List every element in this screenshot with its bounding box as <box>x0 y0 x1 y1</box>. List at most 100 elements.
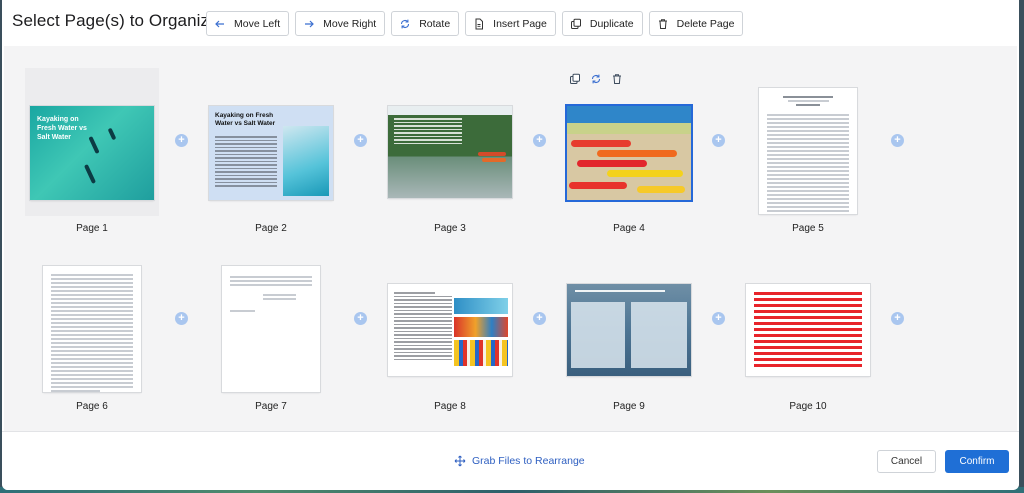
organize-pages-dialog: Select Page(s) to Organize Move Left Mov… <box>2 0 1019 490</box>
page-tile[interactable]: Kayaking on Fresh Water vs Salt Water Pa… <box>204 68 338 234</box>
page-tile[interactable]: Page 8 <box>383 246 517 412</box>
page-thumbnail[interactable] <box>388 106 512 198</box>
thumbnail-image: Kayaking on Fresh Water vs Salt Water <box>209 106 333 200</box>
move-left-button[interactable]: Move Left <box>206 11 290 36</box>
dialog-title: Select Page(s) to Organize <box>12 11 219 30</box>
cancel-button[interactable]: Cancel <box>877 450 936 473</box>
page-thumbnail[interactable] <box>43 266 141 392</box>
page-label: Page 9 <box>613 401 645 412</box>
page-tile[interactable]: Page 6 <box>25 246 159 412</box>
move-left-label: Move Left <box>234 17 281 30</box>
page-label: Page 7 <box>255 401 287 412</box>
text-lines <box>215 136 277 187</box>
kayak-shape <box>637 186 685 193</box>
text-box <box>571 302 625 368</box>
kayak-shape <box>571 140 631 147</box>
insert-page-icon <box>472 17 486 31</box>
page-thumbnail[interactable] <box>388 284 512 376</box>
kayak-shape <box>107 127 117 141</box>
arrow-right-icon <box>302 17 316 31</box>
kayak-shape <box>597 150 677 157</box>
toolbar: Move Left Move Right Rotate Insert Page <box>206 11 744 36</box>
thumbnail-photo <box>454 317 508 337</box>
document-text <box>230 276 312 312</box>
page-label: Page 1 <box>76 223 108 234</box>
move-right-button[interactable]: Move Right <box>295 11 386 36</box>
kayak-shape <box>607 170 683 177</box>
page-thumbnail[interactable] <box>222 266 320 392</box>
thumbnail-title: Kayaking on Fresh Water vs Salt Water <box>215 112 276 127</box>
thumbnail-image <box>567 106 691 200</box>
page-thumbnail[interactable]: Kayaking on Fresh Water vs Salt Water <box>209 106 333 200</box>
page-hover-actions <box>569 73 623 85</box>
page-tile[interactable]: Page 4 <box>562 68 696 234</box>
redacted-lines <box>754 292 862 367</box>
kayak-shape <box>577 160 647 167</box>
dialog-header: Select Page(s) to Organize Move Left Mov… <box>2 0 1019 46</box>
page-thumbnail[interactable] <box>759 88 857 214</box>
kayak-shape <box>482 158 506 162</box>
delete-page-label: Delete Page <box>676 17 735 30</box>
kayak-shape <box>478 152 506 156</box>
page-tile[interactable]: Page 5 <box>741 68 875 234</box>
move-arrows-icon <box>454 455 466 467</box>
trash-icon <box>656 17 670 31</box>
plus-circle-icon[interactable]: + <box>891 312 904 325</box>
page-grid: Kayaking on Fresh Water vs Salt Water Pa… <box>4 46 1017 431</box>
page-thumbnail[interactable] <box>746 284 870 376</box>
duplicate-icon <box>569 17 583 31</box>
duplicate-label: Duplicate <box>589 17 634 30</box>
page-label: Page 3 <box>434 223 466 234</box>
arrow-left-icon <box>213 17 227 31</box>
insert-page-button[interactable]: Insert Page <box>465 11 556 36</box>
page-tile[interactable]: Kayaking on Fresh Water vs Salt Water Pa… <box>25 68 159 234</box>
page-label: Page 4 <box>613 223 645 234</box>
rotate-button[interactable]: Rotate <box>391 11 460 36</box>
plus-circle-icon[interactable]: + <box>175 134 188 147</box>
move-right-label: Move Right <box>323 17 377 30</box>
plus-circle-icon[interactable]: + <box>354 134 367 147</box>
rotate-icon <box>398 17 412 31</box>
plus-circle-icon[interactable]: + <box>354 312 367 325</box>
text-lines <box>394 292 452 360</box>
document-text <box>51 274 133 392</box>
thumbnail-photo <box>283 126 329 196</box>
page-label: Page 2 <box>255 223 287 234</box>
rotate-label: Rotate <box>419 17 451 30</box>
thumbnail-photo <box>454 340 508 366</box>
confirm-button[interactable]: Confirm <box>945 450 1009 473</box>
page-thumbnail[interactable] <box>567 106 691 200</box>
page-thumbnail[interactable]: Kayaking on Fresh Water vs Salt Water <box>30 106 154 200</box>
thumbnail-image <box>388 284 512 376</box>
thumbnail-image: Kayaking on Fresh Water vs Salt Water <box>30 106 154 200</box>
dialog-footer: Grab Files to Rearrange Cancel Confirm <box>2 431 1019 490</box>
page-tile[interactable]: Page 3 <box>383 68 517 234</box>
kayak-shape <box>83 164 97 184</box>
page-label: Page 5 <box>792 223 824 234</box>
insert-page-label: Insert Page <box>493 17 547 30</box>
plus-circle-icon[interactable]: + <box>891 134 904 147</box>
trash-icon[interactable] <box>611 73 623 85</box>
duplicate-button[interactable]: Duplicate <box>561 11 643 36</box>
kayak-shape <box>569 182 627 189</box>
thumbnail-image <box>388 106 512 198</box>
plus-circle-icon[interactable]: + <box>533 312 546 325</box>
page-thumbnail[interactable] <box>567 284 691 376</box>
text-lines <box>394 118 462 144</box>
grab-hint-label: Grab Files to Rearrange <box>472 455 585 467</box>
duplicate-icon[interactable] <box>569 73 581 85</box>
page-tile[interactable]: Page 9 <box>562 246 696 412</box>
plus-circle-icon[interactable]: + <box>712 312 725 325</box>
letter-text <box>767 96 849 214</box>
plus-circle-icon[interactable]: + <box>533 134 546 147</box>
page-tile[interactable]: Page 10 <box>741 246 875 412</box>
grab-hint: Grab Files to Rearrange <box>454 455 585 467</box>
page-tile[interactable]: Page 7 <box>204 246 338 412</box>
thumbnail-image <box>567 284 691 376</box>
plus-circle-icon[interactable]: + <box>175 312 188 325</box>
rotate-icon[interactable] <box>590 73 602 85</box>
plus-circle-icon[interactable]: + <box>712 134 725 147</box>
page-label: Page 6 <box>76 401 108 412</box>
thumbnail-photo <box>454 298 508 314</box>
delete-page-button[interactable]: Delete Page <box>648 11 744 36</box>
